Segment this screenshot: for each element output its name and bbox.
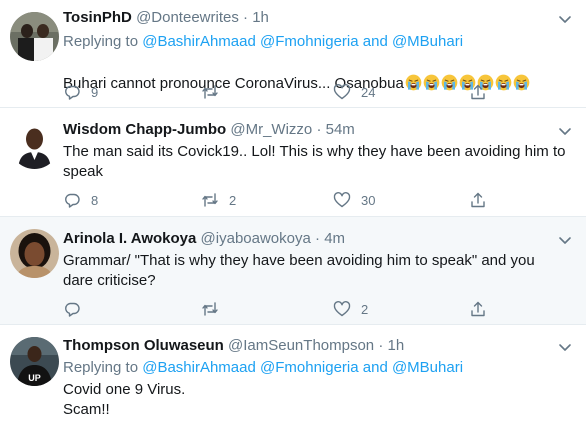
user-handle[interactable]: @Mr_Wizzo — [230, 121, 312, 138]
separator: · — [378, 337, 384, 354]
reply-icon — [65, 302, 80, 317]
tweet-actions: 2 — [63, 299, 493, 319]
timestamp[interactable]: 1h — [252, 9, 269, 26]
display-name[interactable]: Wisdom Chapp-Jumbo — [63, 121, 226, 138]
retweet-button[interactable]: 2 — [201, 190, 236, 210]
retweet-icon — [202, 302, 218, 316]
reply-button[interactable]: 9 — [63, 82, 98, 102]
timestamp[interactable]: 54m — [326, 121, 355, 138]
heart-icon — [333, 84, 351, 100]
display-name[interactable]: Arinola I. Awokoya — [63, 230, 196, 247]
share-button[interactable] — [469, 82, 487, 102]
reply-count: 8 — [91, 192, 99, 208]
share-icon — [471, 301, 485, 317]
like-button[interactable]: 24 — [333, 82, 375, 102]
user-handle[interactable]: @iyaboawokoya — [201, 230, 311, 247]
display-name[interactable]: Thompson Oluwaseun — [63, 337, 224, 354]
tweet[interactable]: UP Thompson Oluwaseun @IamSeunThompson ·… — [0, 325, 586, 423]
reply-feed: TosinPhD @Donteewrites · 1h Replying to … — [0, 0, 586, 423]
reply-count: 9 — [91, 84, 99, 100]
timestamp[interactable]: 1h — [388, 337, 405, 354]
heart-icon — [333, 192, 351, 208]
tweet-actions: 8 2 30 — [63, 190, 493, 210]
avatar-shirt-text: UP — [28, 373, 41, 383]
separator: · — [243, 9, 249, 26]
replying-to-label: Replying to — [63, 359, 139, 376]
tweet-header: Thompson Oluwaseun @IamSeunThompson · 1h — [63, 336, 404, 356]
separator: · — [315, 230, 321, 247]
user-handle[interactable]: @IamSeunThompson — [228, 337, 374, 354]
retweet-button[interactable] — [201, 82, 229, 102]
tweet-header: Wisdom Chapp-Jumbo @Mr_Wizzo · 54m — [63, 120, 355, 140]
tweet-text: Covid one 9 Virus. Scam!! — [63, 381, 186, 418]
display-name[interactable]: TosinPhD — [63, 9, 132, 26]
like-count: 2 — [361, 301, 369, 317]
like-count: 30 — [361, 192, 376, 208]
reply-button[interactable] — [63, 299, 91, 319]
retweet-count: 2 — [229, 192, 237, 208]
replying-to-label: Replying to — [63, 33, 139, 50]
reply-icon — [65, 85, 80, 100]
retweet-icon — [202, 85, 218, 99]
share-icon — [471, 192, 485, 208]
chevron-down-icon[interactable] — [556, 231, 574, 249]
replying-to: Replying to @BashirAhmaad @Fmohnigeria a… — [63, 32, 463, 52]
tweet-text: Grammar/ "That is why they have been avo… — [63, 252, 535, 289]
share-icon — [471, 84, 485, 100]
tweet[interactable]: TosinPhD @Donteewrites · 1h Replying to … — [0, 0, 586, 108]
replying-to: Replying to @BashirAhmaad @Fmohnigeria a… — [63, 358, 463, 378]
separator: · — [316, 121, 322, 138]
heart-icon — [333, 301, 351, 317]
tweet[interactable]: Arinola I. Awokoya @iyaboawokoya · 4m Gr… — [0, 217, 586, 325]
tweet-header: TosinPhD @Donteewrites · 1h — [63, 8, 269, 28]
avatar[interactable] — [10, 120, 59, 169]
loudly-crying-face-icon — [495, 74, 512, 91]
timestamp[interactable]: 4m — [324, 230, 345, 247]
tweet-header: Arinola I. Awokoya @iyaboawokoya · 4m — [63, 229, 345, 249]
avatar[interactable]: UP — [10, 337, 59, 386]
retweet-button[interactable] — [201, 299, 229, 319]
like-button[interactable]: 30 — [333, 190, 375, 210]
chevron-down-icon[interactable] — [556, 10, 574, 28]
user-handle[interactable]: @Donteewrites — [136, 9, 239, 26]
share-button[interactable] — [469, 299, 487, 319]
replying-to-users[interactable]: @BashirAhmaad @Fmohnigeria and @MBuhari — [142, 359, 463, 376]
reply-icon — [65, 193, 80, 208]
share-button[interactable] — [469, 190, 487, 210]
avatar[interactable] — [10, 229, 59, 278]
reply-button[interactable]: 8 — [63, 190, 98, 210]
avatar[interactable] — [10, 12, 59, 61]
replying-to-users[interactable]: @BashirAhmaad @Fmohnigeria and @MBuhari — [142, 33, 463, 50]
retweet-icon — [202, 193, 218, 207]
like-button[interactable]: 2 — [333, 299, 368, 319]
loudly-crying-face-icon — [513, 74, 530, 91]
chevron-down-icon[interactable] — [556, 338, 574, 356]
tweet[interactable]: Wisdom Chapp-Jumbo @Mr_Wizzo · 54m The m… — [0, 108, 586, 217]
like-count: 24 — [361, 84, 376, 100]
tweet-actions: 9 24 — [63, 82, 493, 102]
chevron-down-icon[interactable] — [556, 122, 574, 140]
tweet-text: The man said its Covick19.. Lol! This is… — [63, 143, 566, 180]
